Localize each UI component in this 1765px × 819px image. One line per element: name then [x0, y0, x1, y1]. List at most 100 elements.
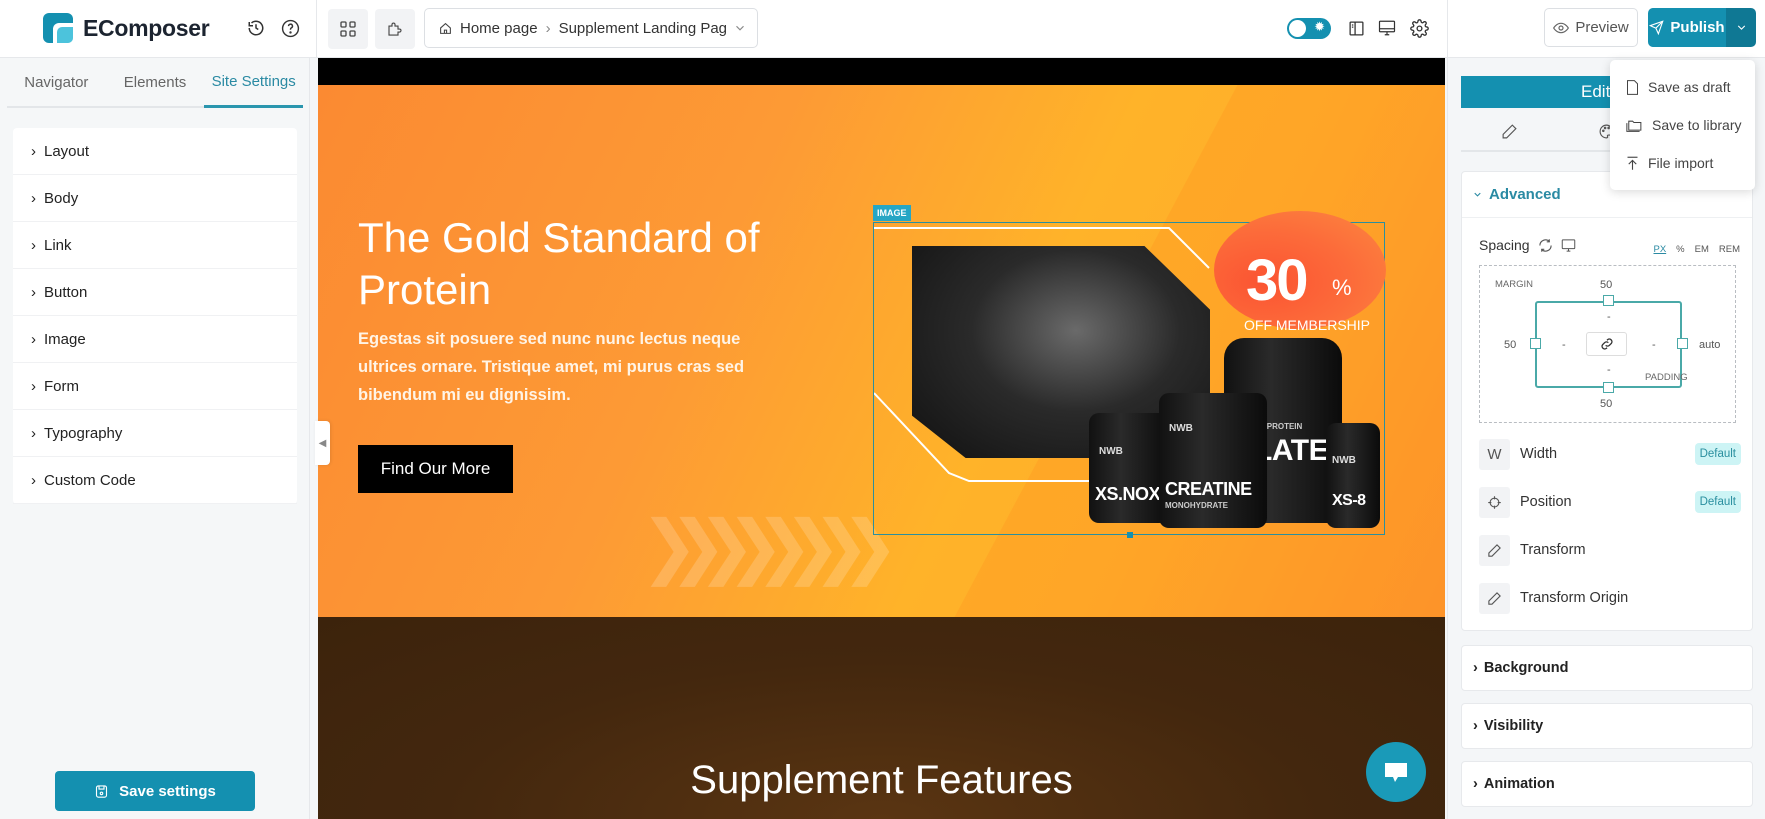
visibility-section[interactable]: › Visibility	[1461, 703, 1753, 749]
link-icon	[1600, 338, 1613, 350]
unit-percent[interactable]: %	[1676, 244, 1684, 255]
tab-content[interactable]	[1461, 112, 1558, 150]
tab-navigator[interactable]: Navigator	[7, 58, 106, 106]
page-selector[interactable]: Home page › Supplement Landing Pag	[424, 8, 758, 48]
position-default-badge[interactable]: Default	[1694, 491, 1741, 513]
menu-item-label: Save as draft	[1648, 79, 1731, 95]
preview-label: Preview	[1575, 19, 1629, 36]
transform-setting[interactable]: Transform	[1479, 533, 1741, 567]
preview-button[interactable]: Preview	[1544, 8, 1638, 47]
settings-item-label: Form	[44, 377, 79, 395]
send-icon	[1649, 20, 1665, 35]
breadcrumb-home[interactable]: Home page	[460, 20, 538, 37]
eye-icon	[1553, 22, 1570, 33]
chevron-down-icon[interactable]	[733, 21, 747, 39]
features-section[interactable]: Supplement Features	[318, 617, 1445, 819]
position-setting[interactable]: Position Default	[1479, 485, 1741, 519]
width-default-badge[interactable]: Default	[1694, 443, 1741, 465]
chevron-right-icon: ›	[31, 236, 36, 254]
help-icon[interactable]	[278, 16, 302, 40]
link-values-button[interactable]	[1586, 332, 1627, 356]
chevron-right-icon: ›	[1473, 660, 1478, 676]
find-out-more-button[interactable]: Find Our More	[358, 445, 513, 493]
settings-item-form[interactable]: › Form	[13, 363, 297, 410]
breadcrumb-separator: ›	[545, 19, 551, 37]
margin-right-value[interactable]: auto	[1699, 339, 1720, 351]
tab-site-settings[interactable]: Site Settings	[204, 58, 304, 108]
publish-dropdown-toggle[interactable]	[1726, 8, 1756, 47]
chevron-right-icon: ›	[31, 189, 36, 207]
history-icon[interactable]	[244, 16, 268, 40]
save-settings-button[interactable]: Save settings	[55, 771, 255, 811]
chevrons-decoration: ❯❯❯❯❯❯❯❯	[640, 507, 899, 585]
gear-icon[interactable]	[1407, 16, 1431, 40]
unit-em[interactable]: EM	[1695, 244, 1709, 255]
margin-top-value[interactable]: 50	[1600, 279, 1612, 291]
collapse-sidebar-handle[interactable]: ◀	[315, 421, 330, 465]
settings-item-image[interactable]: › Image	[13, 316, 297, 363]
margin-label: MARGIN	[1495, 279, 1533, 290]
resize-handle[interactable]	[1127, 532, 1133, 538]
transform-origin-setting[interactable]: Transform Origin	[1479, 581, 1741, 615]
advanced-header[interactable]: Advanced	[1472, 186, 1561, 203]
badge-subtitle: OFF MEMBERSHIP	[1244, 317, 1371, 333]
margin-right-handle[interactable]	[1677, 338, 1688, 349]
settings-item-body[interactable]: › Body	[13, 175, 297, 222]
settings-item-layout[interactable]: › Layout	[13, 128, 297, 175]
theme-toggle[interactable]: ✹	[1287, 18, 1331, 39]
padding-label: PADDING	[1645, 372, 1688, 383]
reset-icon[interactable]	[1538, 238, 1553, 253]
sidebar-layout-icon[interactable]	[1344, 16, 1368, 40]
menu-item-file-import[interactable]: File import	[1610, 144, 1755, 182]
unit-px[interactable]: PX	[1653, 244, 1666, 255]
left-sidebar: Navigator Elements Site Settings › Layout…	[0, 58, 310, 819]
hero-description[interactable]: Egestas sit posuere sed nunc nunc lectus…	[358, 325, 778, 409]
settings-item-custom-code[interactable]: › Custom Code	[13, 457, 297, 504]
padding-top-value[interactable]: -	[1607, 311, 1611, 323]
grid-button[interactable]	[328, 9, 368, 49]
margin-bottom-value[interactable]: 50	[1600, 398, 1612, 410]
chevron-right-icon: ›	[1473, 776, 1478, 792]
menu-item-save-as-draft[interactable]: Save as draft	[1610, 68, 1755, 106]
section-label: Background	[1483, 660, 1569, 676]
publish-label: Publish	[1670, 19, 1725, 36]
settings-item-label: Body	[44, 189, 79, 207]
settings-item-link[interactable]: › Link	[13, 222, 297, 269]
spacing-label: Spacing	[1479, 237, 1530, 253]
chevron-right-icon: ›	[1473, 718, 1478, 734]
settings-item-label: Layout	[44, 142, 90, 160]
chat-button[interactable]	[1366, 742, 1426, 802]
chevron-right-icon: ›	[31, 330, 36, 348]
features-title[interactable]: Supplement Features	[318, 758, 1445, 803]
folder-icon	[1626, 120, 1642, 132]
divider	[1447, 0, 1448, 58]
apps-button[interactable]	[375, 9, 415, 49]
hero-title[interactable]: The Gold Standard of Protein	[358, 212, 778, 316]
top-bar: EComposer Home page › Supplement Landing…	[0, 0, 1765, 58]
badge-number: 30	[1246, 248, 1308, 313]
padding-left-value[interactable]: -	[1562, 339, 1566, 351]
chevron-right-icon: ›	[31, 283, 36, 301]
margin-top-handle[interactable]	[1603, 295, 1614, 306]
hero-section[interactable]: The Gold Standard of Protein Egestas sit…	[318, 85, 1445, 617]
tab-elements[interactable]: Elements	[106, 58, 205, 106]
chevron-right-icon: ›	[31, 377, 36, 395]
menu-item-save-to-library[interactable]: Save to library	[1610, 106, 1755, 144]
publish-button[interactable]: Publish	[1648, 8, 1726, 47]
background-section[interactable]: › Background	[1461, 645, 1753, 691]
settings-item-typography[interactable]: › Typography	[13, 410, 297, 457]
unit-rem[interactable]: REM	[1719, 244, 1740, 255]
margin-left-value[interactable]: 50	[1504, 339, 1516, 351]
desktop-icon[interactable]	[1375, 16, 1399, 40]
margin-bottom-handle[interactable]	[1603, 382, 1614, 393]
settings-item-button[interactable]: › Button	[13, 269, 297, 316]
padding-bottom-value[interactable]: -	[1607, 364, 1611, 376]
desktop-icon[interactable]	[1561, 238, 1576, 253]
padding-right-value[interactable]: -	[1652, 339, 1656, 351]
animation-section[interactable]: › Animation	[1461, 761, 1753, 807]
width-setting[interactable]: W Width Default	[1479, 437, 1741, 471]
margin-left-handle[interactable]	[1530, 338, 1541, 349]
selected-image-element[interactable]: 30 % NWB LATE EY PROTEIN OFF MEMBERSHIP …	[873, 211, 1386, 538]
publish-menu: Save as draft Save to library File impor…	[1610, 60, 1755, 190]
spacing-header: Spacing	[1479, 237, 1576, 253]
